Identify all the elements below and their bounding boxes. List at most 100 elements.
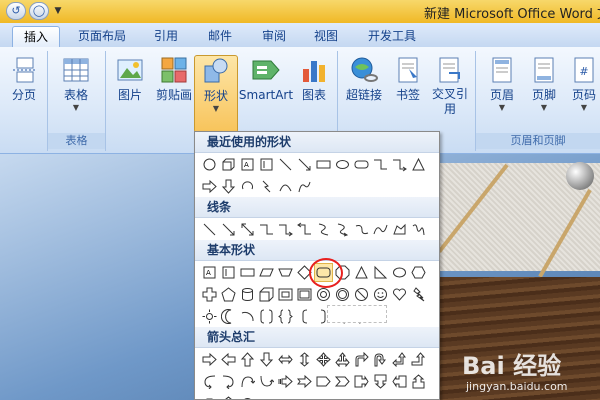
- shape-arc-icon[interactable]: [295, 177, 314, 196]
- basic-smiley-icon[interactable]: [371, 285, 390, 304]
- basic-moon-icon[interactable]: [219, 307, 238, 326]
- arrow-callout-left-right-icon[interactable]: [200, 394, 219, 399]
- arrow-bent-icon[interactable]: [352, 350, 371, 369]
- arrow-left-right-icon[interactable]: [276, 350, 295, 369]
- basic-can-icon[interactable]: [238, 285, 257, 304]
- shape-lightning-icon[interactable]: [257, 177, 276, 196]
- arrow-chevron-icon[interactable]: [333, 372, 352, 391]
- arrow-left-right-up-icon[interactable]: [333, 350, 352, 369]
- arrow-right-icon[interactable]: [200, 350, 219, 369]
- basic-double-brace-icon[interactable]: [276, 307, 295, 326]
- arrow-callout-left-icon[interactable]: [390, 372, 409, 391]
- redo-icon[interactable]: ◯: [29, 2, 49, 20]
- cross-reference-button[interactable]: 交叉引用: [428, 55, 472, 117]
- tab-mailings[interactable]: 邮件: [200, 26, 240, 47]
- basic-ring-icon[interactable]: [333, 285, 352, 304]
- arrow-curved-left-icon[interactable]: [219, 372, 238, 391]
- arrow-quad-icon[interactable]: [314, 350, 333, 369]
- arrow-down-icon[interactable]: [257, 350, 276, 369]
- header-button[interactable]: 页眉 ▼: [480, 55, 524, 113]
- basic-textbox-icon[interactable]: A: [200, 263, 219, 282]
- undo-icon[interactable]: ↺: [6, 2, 26, 20]
- bookmark-button[interactable]: 书签: [386, 55, 430, 103]
- table-button[interactable]: 表格 ▼: [54, 55, 98, 113]
- arrow-pentagon-icon[interactable]: [314, 372, 333, 391]
- line-curved-arrow-icon[interactable]: [333, 220, 352, 239]
- basic-triangle-icon[interactable]: [352, 263, 371, 282]
- shape-ellipse-icon[interactable]: [333, 155, 352, 174]
- shape-vertical-textbox-icon[interactable]: [257, 155, 276, 174]
- shape-right-arrow-icon[interactable]: [200, 177, 219, 196]
- arrow-callout-down-icon[interactable]: [371, 372, 390, 391]
- picture-button[interactable]: 图片: [108, 55, 152, 103]
- basic-oval-icon[interactable]: [390, 263, 409, 282]
- basic-trapezoid-icon[interactable]: [276, 263, 295, 282]
- arrow-curved-right-icon[interactable]: [200, 372, 219, 391]
- line-scribble-icon[interactable]: [409, 220, 428, 239]
- shape-arrow-line-icon[interactable]: [295, 155, 314, 174]
- arrow-left-up-icon[interactable]: [390, 350, 409, 369]
- page-break-button[interactable]: 分页: [2, 55, 46, 103]
- basic-arc-icon[interactable]: [238, 307, 257, 326]
- arrow-curved-up-icon[interactable]: [238, 372, 257, 391]
- shape-circular-arrow-icon[interactable]: [238, 177, 257, 196]
- line-curve-icon[interactable]: [371, 220, 390, 239]
- line-curved-double-arrow-icon[interactable]: [352, 220, 371, 239]
- shape-rectangle-icon[interactable]: [314, 155, 333, 174]
- basic-frame-icon[interactable]: [295, 285, 314, 304]
- basic-parallelogram-icon[interactable]: [257, 263, 276, 282]
- basic-no-symbol-icon[interactable]: [352, 285, 371, 304]
- shape-rounded-rectangle-icon[interactable]: [352, 155, 371, 174]
- page-number-button[interactable]: # 页码 ▼: [562, 55, 600, 113]
- arrow-left-icon[interactable]: [219, 350, 238, 369]
- arrow-notched-right-icon[interactable]: [295, 372, 314, 391]
- shape-elbow-connector-icon[interactable]: [371, 155, 390, 174]
- line-curved-icon[interactable]: [314, 220, 333, 239]
- line-elbow-arrow-icon[interactable]: [276, 220, 295, 239]
- arrow-up-icon[interactable]: [238, 350, 257, 369]
- tab-review[interactable]: 审阅: [254, 26, 294, 47]
- tab-references[interactable]: 引用: [146, 26, 186, 47]
- arrow-callout-up-down-icon[interactable]: [219, 394, 238, 399]
- hyperlink-button[interactable]: 超链接: [342, 55, 386, 103]
- arrow-up-down-icon[interactable]: [295, 350, 314, 369]
- basic-heart-icon[interactable]: [390, 285, 409, 304]
- line-straight-icon[interactable]: [200, 220, 219, 239]
- arrow-u-turn-icon[interactable]: [371, 350, 390, 369]
- shapes-button[interactable]: 形状 ▼: [194, 55, 238, 133]
- customize-dropdown-icon[interactable]: ▼: [52, 2, 64, 20]
- arrow-circular-icon[interactable]: [238, 394, 257, 399]
- line-arrow-icon[interactable]: [219, 220, 238, 239]
- arrow-bent-up-icon[interactable]: [409, 350, 428, 369]
- line-double-arrow-icon[interactable]: [238, 220, 257, 239]
- shape-down-arrow-icon[interactable]: [219, 177, 238, 196]
- arrow-callout-up-icon[interactable]: [409, 372, 428, 391]
- basic-double-bracket-icon[interactable]: [257, 307, 276, 326]
- basic-right-triangle-icon[interactable]: [371, 263, 390, 282]
- shape-elbow-arrow-icon[interactable]: [390, 155, 409, 174]
- shape-curve-icon[interactable]: [276, 177, 295, 196]
- line-elbow-double-arrow-icon[interactable]: [295, 220, 314, 239]
- arrow-striped-right-icon[interactable]: [276, 372, 295, 391]
- basic-cube-icon[interactable]: [257, 285, 276, 304]
- basic-sun-icon[interactable]: [200, 307, 219, 326]
- shape-oval-icon[interactable]: [200, 155, 219, 174]
- basic-left-bracket-icon[interactable]: [295, 307, 314, 326]
- shape-textbox-icon[interactable]: A: [238, 155, 257, 174]
- basic-bevel-icon[interactable]: [276, 285, 295, 304]
- footer-button[interactable]: 页脚 ▼: [522, 55, 566, 113]
- tab-developer[interactable]: 开发工具: [362, 26, 422, 47]
- line-elbow-icon[interactable]: [257, 220, 276, 239]
- shape-cube-icon[interactable]: [219, 155, 238, 174]
- smartart-button[interactable]: SmartArt: [238, 55, 294, 103]
- shape-line-icon[interactable]: [276, 155, 295, 174]
- arrow-curved-down-icon[interactable]: [257, 372, 276, 391]
- chart-button[interactable]: 图表: [292, 55, 336, 103]
- tab-view[interactable]: 视图: [306, 26, 346, 47]
- basic-hexagon-icon[interactable]: [409, 263, 428, 282]
- shape-triangle-icon[interactable]: [409, 155, 428, 174]
- basic-cross-icon[interactable]: [200, 285, 219, 304]
- basic-pentagon-icon[interactable]: [219, 285, 238, 304]
- tab-insert[interactable]: 插入: [12, 26, 60, 47]
- basic-vertical-textbox-icon[interactable]: [219, 263, 238, 282]
